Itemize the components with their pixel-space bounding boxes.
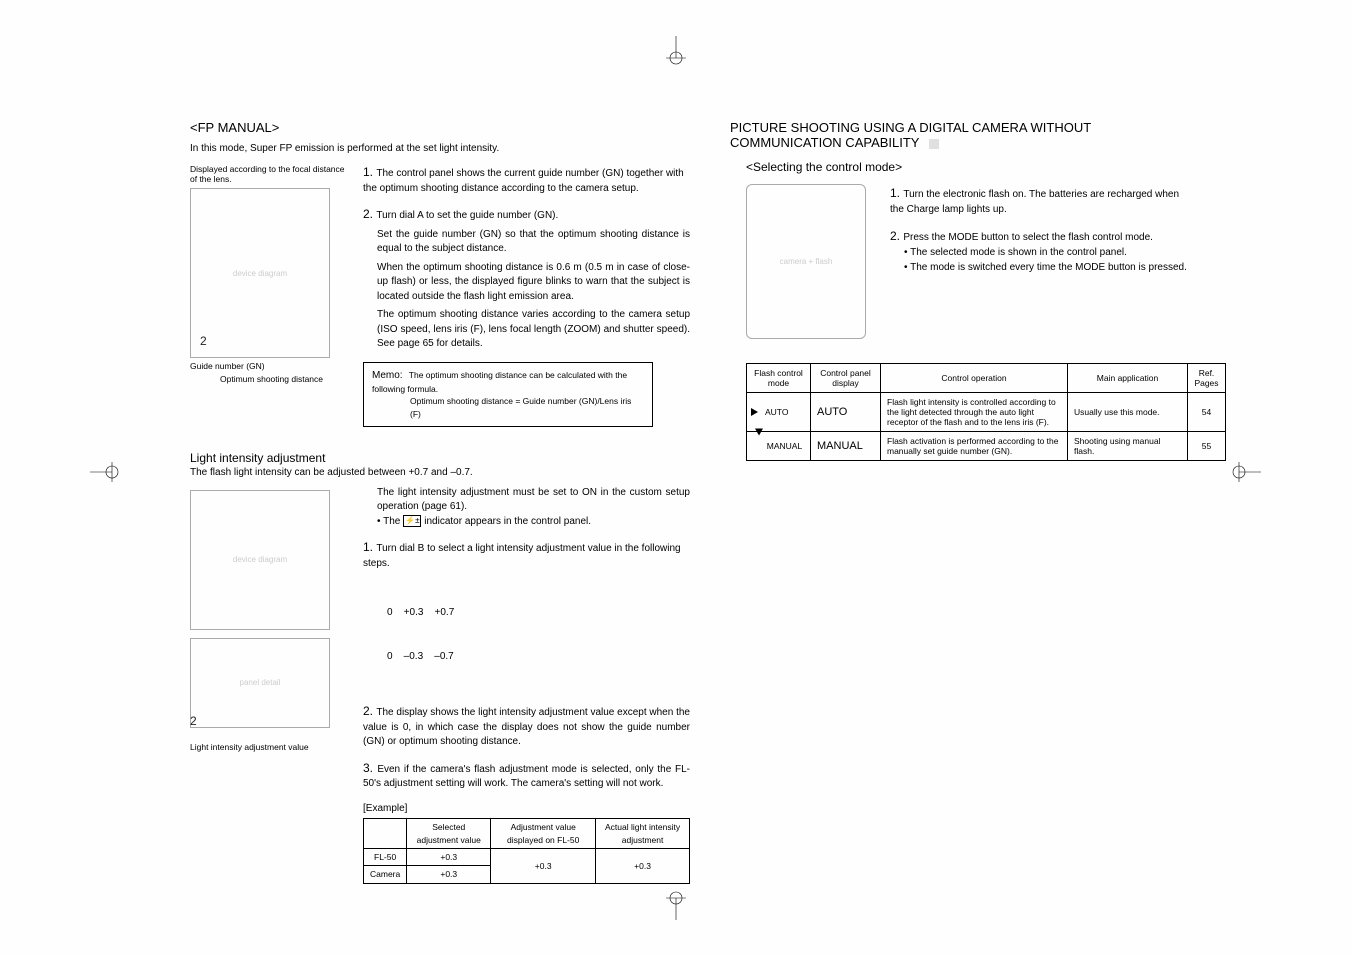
mt-r2c1: MANUAL [747,432,811,461]
step-2c-text: When the optimum shooting distance is 0.… [377,261,690,305]
r-step-2b-text: • The selected mode is shown in the cont… [904,245,1190,260]
li-text-2-suffix: indicator appears in the control panel. [421,516,591,527]
device-diagram-2: device diagram [190,490,330,630]
step-1-number: 1. [363,165,376,179]
light-intensity-heading: Light intensity adjustment [190,451,690,465]
mt-r1c3: Flash light intensity is controlled acco… [881,393,1068,432]
mt-r2c4: Shooting using manual flash. [1068,432,1188,461]
steps-row-2: 0 –0.3 –0.7 [387,650,690,665]
r-step-1-number: 1. [890,186,903,200]
ex-merged-c4: +0.3 [596,849,690,884]
crop-mark-top [666,36,686,66]
li-step-3-number: 3. [363,761,377,775]
light-intensity-sub: The flash light intensity can be adjuste… [190,467,690,478]
mt-r1c2: AUTO [811,393,881,432]
li-text-1: The light intensity adjustment must be s… [377,486,690,515]
memo-line-2: Optimum shooting distance = Guide number… [410,395,644,420]
mt-r1c4: Usually use this mode. [1068,393,1188,432]
ex-h3: Adjustment value displayed on FL-50 [491,819,596,849]
fp-intro: In this mode, Super FP emission is perfo… [190,143,690,154]
modes-table: Flash control mode Control panel display… [746,363,1226,461]
device-diagram-1: device diagram [190,188,330,358]
mt-r2c2: MANUAL [811,432,881,461]
r-step-2a-text: Press the MODE button to select the flas… [903,232,1153,243]
ex-merged-c3: +0.3 [491,849,596,884]
example-table: Selected adjustment value Adjustment val… [363,818,690,883]
step-1-text: The control panel shows the current guid… [363,168,684,194]
memo-box: Memo: The optimum shooting distance can … [363,362,653,427]
crop-mark-right [1231,462,1261,482]
optimum-shooting-distance-label: Optimum shooting distance [220,374,345,384]
camera-diagram: camera + flash [746,184,866,339]
mt-r1c5: 54 [1188,393,1226,432]
gn-label: Guide number (GN) [190,361,345,371]
arrow-down-icon [755,429,763,436]
callout-2: 2 [200,334,207,348]
mt-r1c1-text: AUTO [765,407,788,417]
crop-mark-left [90,462,120,482]
mt-h3: Control operation [881,364,1068,393]
ex-r1c1: FL-50 [364,849,407,866]
mt-r2c5: 55 [1188,432,1226,461]
memo-label: Memo: [372,370,403,381]
light-adjust-caption: Light intensity adjustment value [190,742,345,752]
right-page: PICTURE SHOOTING USING A DIGITAL CAMERA … [690,100,1230,481]
step-2a-text: Turn dial A to set the guide number (GN)… [376,210,558,221]
arrow-right-icon [751,408,758,416]
r-step-2c-text: • The mode is switched every time the MO… [904,260,1190,275]
ex-r2c1: Camera [364,866,407,883]
li-step-2-text: The display shows the light intensity ad… [363,707,690,747]
mt-h2: Control panel display [811,364,881,393]
ex-h2: Selected adjustment value [407,819,491,849]
li-step-1-number: 1. [363,540,376,554]
step-2b-text: Set the guide number (GN) so that the op… [377,228,690,257]
right-title: PICTURE SHOOTING USING A DIGITAL CAMERA … [730,120,1190,150]
memo-line-1: The optimum shooting distance can be cal… [372,370,627,395]
step-2-number: 2. [363,207,376,221]
example-label: [Example] [363,802,690,817]
diagram-caption-top: Displayed according to the focal distanc… [190,164,345,184]
device-diagram-3: panel detail [190,638,330,728]
title-accent-bar [929,139,939,149]
r-step-2-number: 2. [890,229,903,243]
left-page: <FP MANUAL> In this mode, Super FP emiss… [150,100,730,904]
mt-h1: Flash control mode [747,364,811,393]
right-subtitle: <Selecting the control mode> [746,160,1190,174]
ex-h1 [364,819,407,849]
ex-r1c2: +0.3 [407,849,491,866]
li-text-2-prefix: • The [377,516,403,527]
device-diagram-block-2: device diagram panel detail 2 Light inte… [190,486,345,884]
device-diagram-block: Displayed according to the focal distanc… [190,164,345,427]
mt-h4: Main application [1068,364,1188,393]
ex-h4: Actual light intensity adjustment [596,819,690,849]
li-step-1-text: Turn dial B to select a light intensity … [363,543,681,569]
steps-row-1: 0 +0.3 +0.7 [387,606,690,621]
li-step-2-number: 2. [363,704,376,718]
fp-manual-title: <FP MANUAL> [190,120,690,135]
mt-r1c1: AUTO [747,393,811,432]
mt-r2c3: Flash activation is performed according … [881,432,1068,461]
flash-adjust-icon: ⚡± [403,515,421,527]
callout-2b: 2 [190,714,197,728]
li-step-3-text: Even if the camera's flash adjustment mo… [363,764,690,790]
mt-h5: Ref. Pages [1188,364,1226,393]
right-title-text: PICTURE SHOOTING USING A DIGITAL CAMERA … [730,120,1091,150]
mt-r2c1-text: MANUAL [767,441,802,451]
r-step-1-text: Turn the electronic flash on. The batter… [890,189,1179,215]
step-2d-text: The optimum shooting distance varies acc… [377,308,690,352]
ex-r2c2: +0.3 [407,866,491,883]
